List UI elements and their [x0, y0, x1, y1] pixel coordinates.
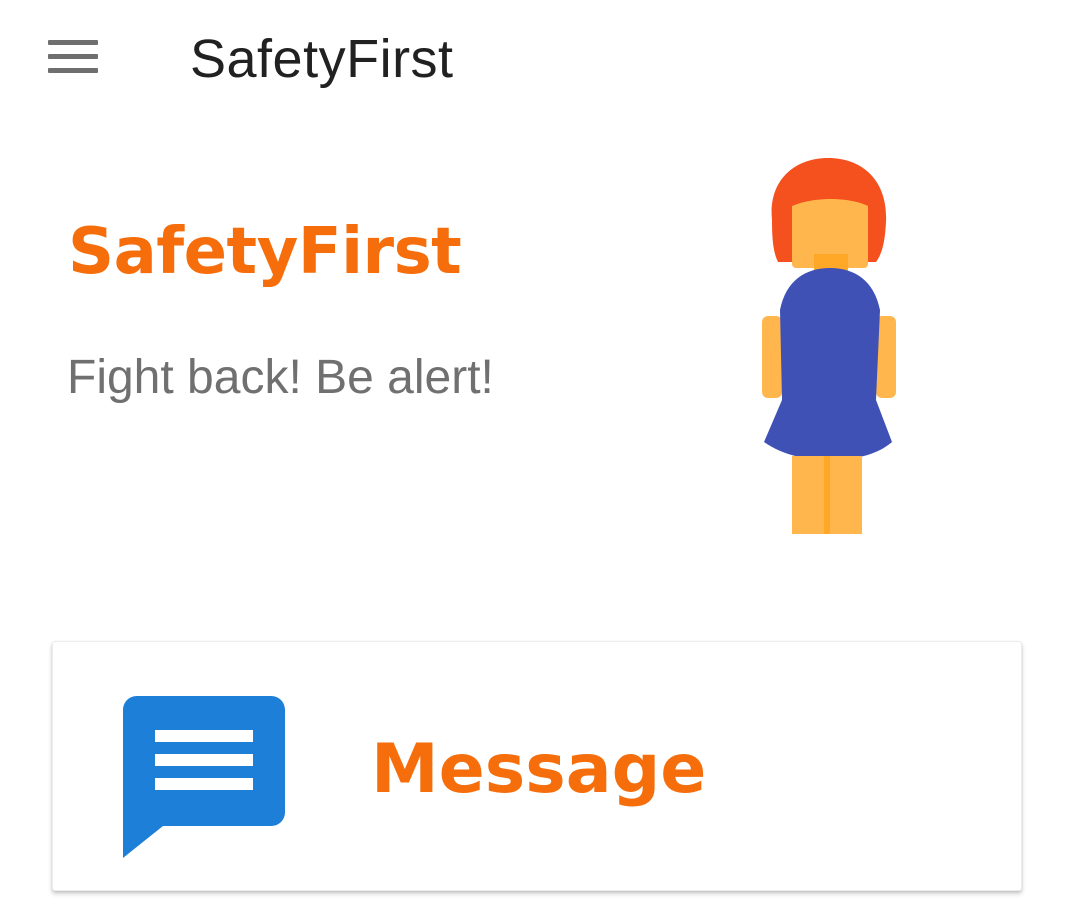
app-bar: SafetyFirst — [0, 0, 1080, 120]
woman-icon — [762, 158, 896, 534]
message-label: Message — [371, 730, 707, 809]
message-card[interactable]: Message — [52, 641, 1022, 891]
hamburger-menu-icon[interactable] — [48, 38, 98, 76]
app-title: SafetyFirst — [190, 29, 454, 89]
message-icon — [123, 696, 285, 858]
hero-title: SafetyFirst — [68, 215, 462, 289]
hero-subtitle: Fight back! Be alert! — [67, 351, 494, 404]
